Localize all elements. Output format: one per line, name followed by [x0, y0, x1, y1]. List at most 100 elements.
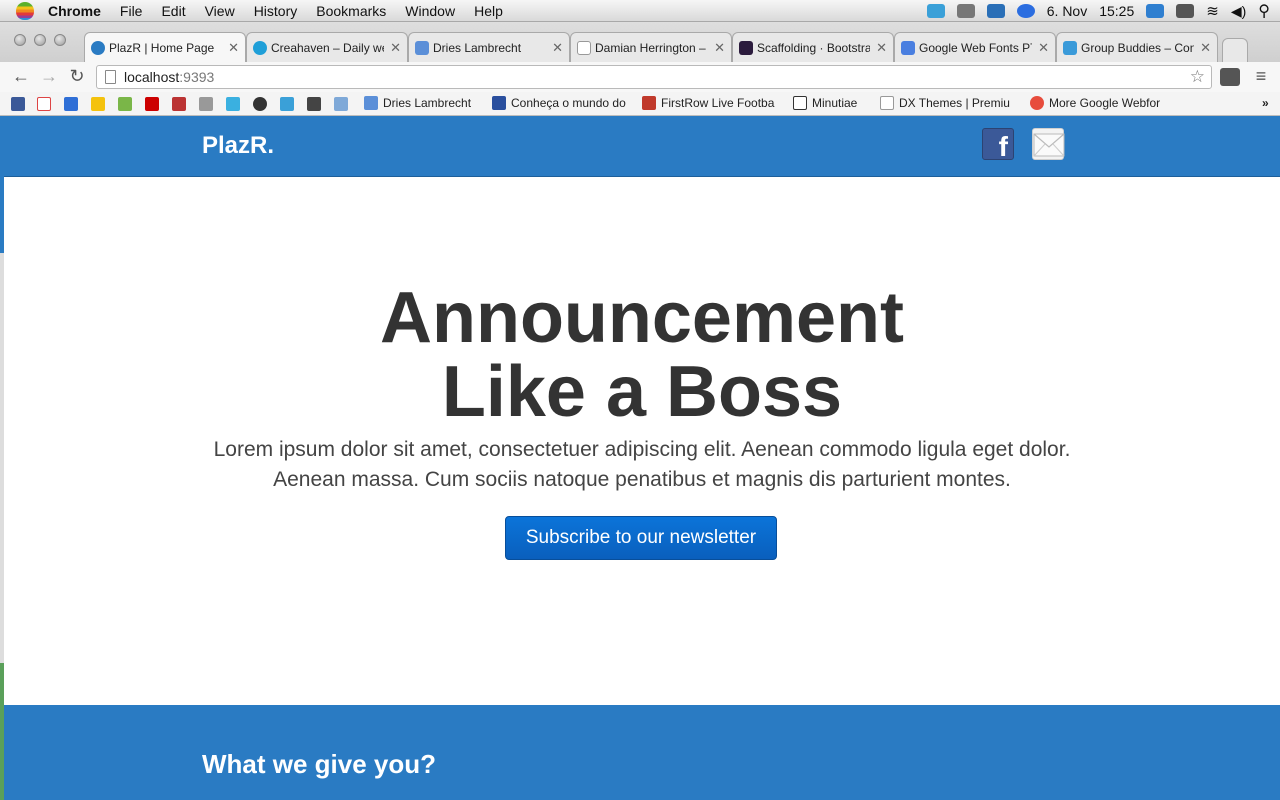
tab-title: Damian Herrington –	[595, 40, 706, 55]
back-arrow-icon[interactable]: ←	[10, 66, 32, 87]
group-buddies-icon	[1063, 40, 1077, 55]
menu-file[interactable]: File	[120, 3, 143, 19]
zoom-window-button[interactable]	[54, 34, 66, 46]
bookmark-icon[interactable]	[172, 97, 186, 111]
bookmark-icon[interactable]	[226, 97, 240, 111]
drive-bookmark-icon[interactable]	[91, 97, 105, 111]
tab-group-buddies[interactable]: Group Buddies – Con ✕	[1056, 32, 1218, 62]
bookmark-label: More Google Webfor	[1049, 96, 1161, 110]
shield-tray-icon[interactable]	[1146, 4, 1165, 18]
menubar-tray: 6. Nov 15:25 ≋ ◀) ⚲	[926, 0, 1270, 22]
bookmark-label: DX Themes | Premiu	[899, 96, 1010, 110]
bookmark-label: Dries Lambrecht	[383, 96, 472, 110]
page-icon	[577, 40, 591, 55]
url-port: :9393	[179, 69, 215, 85]
close-tab-icon[interactable]: ✕	[1200, 40, 1211, 56]
hero-text-line: Lorem ipsum dolor sit amet, consectetuer…	[213, 438, 1071, 461]
close-tab-icon[interactable]: ✕	[876, 40, 887, 56]
github-bookmark-icon[interactable]	[253, 97, 267, 111]
address-bar[interactable]: localhost:9393 ☆	[96, 65, 1212, 89]
hero-title-line: Announcement	[379, 278, 904, 358]
person-icon	[415, 40, 429, 55]
tab-title: Scaffolding · Bootstrap	[757, 40, 871, 55]
bookmark-star-icon[interactable]: ☆	[1190, 67, 1205, 87]
menu-help[interactable]: Help	[474, 3, 503, 19]
folder-icon[interactable]	[334, 97, 348, 111]
bookmark-favicon-icon	[642, 96, 656, 110]
spotlight-search-icon[interactable]: ⚲	[1258, 1, 1270, 21]
bookmark-firstrow[interactable]: FirstRow Live Footba	[642, 96, 778, 110]
tab-damian-herrington[interactable]: Damian Herrington – ✕	[570, 32, 732, 62]
tab-bootstrap-scaffolding[interactable]: Scaffolding · Bootstrap ✕	[732, 32, 894, 62]
browser-tabstrip: PlazR | Home Page ✕ Creahaven – Daily we…	[0, 22, 1280, 62]
gmail-bookmark-icon[interactable]	[37, 97, 51, 111]
menu-bookmarks[interactable]: Bookmarks	[316, 3, 386, 19]
bookmarks-bar: Dries Lambrecht Conheça o mundo do First…	[0, 92, 1280, 116]
close-tab-icon[interactable]: ✕	[714, 40, 725, 56]
hero-text-line: Aenean massa. Cum sociis natoque penatib…	[273, 468, 1011, 491]
mail-icon[interactable]	[1032, 128, 1065, 160]
apple-icon[interactable]	[16, 1, 34, 20]
page-icon	[880, 96, 894, 110]
bookmark-favicon-icon	[1030, 96, 1044, 110]
bookmark-google-webfonts[interactable]: More Google Webfor	[1030, 96, 1166, 110]
bookmark-conheca[interactable]: Conheça o mundo do	[492, 96, 628, 110]
menu-edit[interactable]: Edit	[161, 3, 185, 19]
bootstrap-icon	[739, 40, 753, 55]
close-tab-icon[interactable]: ✕	[1038, 40, 1049, 56]
menu-view[interactable]: View	[205, 3, 235, 19]
evernote-extension-icon[interactable]	[1220, 68, 1240, 86]
close-tab-icon[interactable]: ✕	[228, 40, 239, 56]
bookmark-favicon-icon	[492, 96, 506, 110]
tab-creahaven[interactable]: Creahaven – Daily web ✕	[246, 32, 408, 62]
site-logo[interactable]: PlazR.	[202, 132, 274, 160]
hero-title-line: Like a Boss	[441, 352, 843, 432]
bookmark-label: Minutiae	[812, 96, 858, 110]
macos-menubar: Chrome File Edit View History Bookmarks …	[0, 0, 1280, 22]
close-window-button[interactable]	[14, 34, 26, 46]
close-tab-icon[interactable]: ✕	[390, 40, 401, 56]
battery-tray-icon[interactable]	[1176, 4, 1195, 18]
tab-title: Group Buddies – Con	[1081, 40, 1195, 55]
tab-google-web-fonts[interactable]: Google Web Fonts PT ✕	[894, 32, 1056, 62]
reload-icon[interactable]: ↻	[66, 66, 88, 87]
features-title: What we give you?	[202, 749, 437, 779]
person-icon	[364, 96, 378, 110]
menu-app-chrome[interactable]: Chrome	[48, 3, 101, 19]
twitter-bookmark-icon[interactable]	[280, 97, 294, 111]
twitter-tray-icon[interactable]	[926, 4, 945, 18]
new-tab-button[interactable]	[1222, 38, 1248, 62]
forward-arrow-icon[interactable]: →	[38, 66, 60, 87]
facebook-bookmark-icon[interactable]	[11, 97, 25, 111]
calendar-bookmark-icon[interactable]	[64, 97, 78, 111]
feedly-bookmark-icon[interactable]	[118, 97, 132, 111]
volume-icon[interactable]: ◀)	[1231, 3, 1246, 20]
bookmark-minutiae[interactable]: Minutiae	[793, 96, 873, 110]
subscribe-button[interactable]: Subscribe to our newsletter	[505, 516, 777, 560]
hero-text: Lorem ipsum dolor sit amet, consectetuer…	[194, 435, 1090, 495]
bookmark-dries-lambrecht[interactable]: Dries Lambrecht	[364, 96, 484, 110]
wifi-icon[interactable]: ≋	[1206, 2, 1219, 20]
date-display[interactable]: 6. Nov	[1047, 3, 1087, 19]
menu-history[interactable]: History	[254, 3, 298, 19]
facebook-icon[interactable]: f	[982, 128, 1014, 162]
tab-title: Google Web Fonts PT	[919, 40, 1033, 55]
minimize-window-button[interactable]	[34, 34, 46, 46]
youtube-bookmark-icon[interactable]	[145, 97, 159, 111]
tab-plazr-home[interactable]: PlazR | Home Page ✕	[84, 32, 246, 62]
upload-tray-icon[interactable]	[1016, 4, 1035, 18]
tab-dries-lambrecht[interactable]: Dries Lambrecht ✕	[408, 32, 570, 62]
bookmark-favicon-icon	[793, 96, 807, 110]
screen-tray-icon[interactable]	[986, 4, 1005, 18]
menu-window[interactable]: Window	[405, 3, 455, 19]
bookmark-dx-themes[interactable]: DX Themes | Premiu	[880, 96, 1016, 110]
page-icon	[105, 70, 116, 84]
close-tab-icon[interactable]: ✕	[552, 40, 563, 56]
evernote-tray-icon[interactable]	[956, 4, 975, 18]
time-display[interactable]: 15:25	[1099, 3, 1134, 19]
chrome-menu-icon[interactable]: ≡	[1250, 66, 1272, 87]
bookmark-icon[interactable]	[307, 97, 321, 111]
more-bookmarks-chevron-icon[interactable]: »	[1262, 96, 1269, 110]
bookmark-icon[interactable]	[199, 97, 213, 111]
url-host: localhost	[124, 69, 180, 85]
